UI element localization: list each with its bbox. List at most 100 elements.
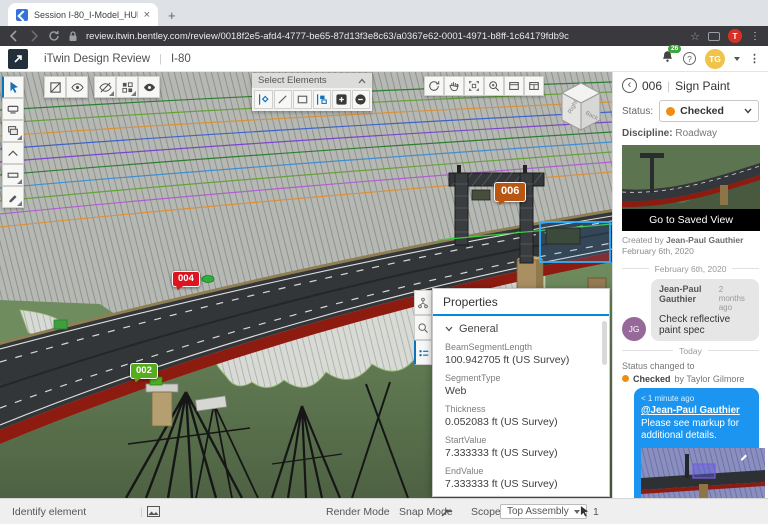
zoom-icon	[488, 80, 500, 92]
roof-tool-button[interactable]	[2, 142, 24, 164]
visibility-toolbar	[44, 76, 160, 98]
notifications-button[interactable]: 26	[661, 50, 674, 68]
select-elements-titlebar[interactable]: Select Elements	[252, 73, 372, 88]
status-dropdown[interactable]: Checked	[659, 100, 759, 122]
property-label: BeamSegmentLength	[445, 342, 597, 352]
extension-icon[interactable]	[708, 32, 720, 41]
screen: Session I-80_I-Model_HUB | iTwi × + revi…	[0, 0, 768, 524]
emphasize-elements-button[interactable]	[138, 76, 160, 98]
clip-tool-button[interactable]	[2, 164, 24, 186]
line-select-button[interactable]	[274, 90, 293, 109]
chevron-roof-icon	[6, 146, 20, 160]
back-button[interactable]: ‹	[622, 78, 637, 93]
scope-label: Scope:	[471, 499, 504, 524]
flyout-arrow-icon	[17, 135, 22, 140]
cursor-count-icon	[580, 506, 589, 517]
browser-profile-avatar[interactable]: T	[728, 29, 742, 43]
properties-section-general[interactable]: General	[445, 323, 597, 335]
flyout-arrow-icon	[17, 179, 22, 184]
back-icon[interactable]	[8, 30, 20, 42]
chevron-up-icon[interactable]	[358, 78, 366, 84]
add-selection-button[interactable]	[332, 90, 351, 109]
chevron-down-icon	[445, 326, 453, 332]
pick-select-button[interactable]	[254, 90, 273, 109]
next-view-button[interactable]	[524, 76, 544, 96]
lock-icon	[68, 31, 78, 42]
issue-sidebar: ‹ 006 | Sign Paint Status: Checked Disci…	[612, 72, 768, 498]
issue-marker-006[interactable]: 006	[494, 182, 526, 202]
scope-value: Top Assembly	[507, 506, 569, 517]
status-bar: Identify element | Render Mode Snap Mode…	[0, 498, 768, 524]
issue-marker-004[interactable]: 004	[172, 271, 200, 287]
properties-button[interactable]	[414, 340, 432, 365]
zoom-button[interactable]	[484, 76, 504, 96]
render-snapshot-icon[interactable]	[147, 499, 160, 524]
reply-time: < 1 minute ago	[641, 394, 752, 403]
properties-scrollbar[interactable]	[602, 321, 607, 365]
search-button[interactable]	[414, 315, 432, 340]
bookmark-star-icon[interactable]: ☆	[690, 30, 700, 43]
view-cube[interactable]: Right Back	[552, 78, 610, 136]
select-tool-button[interactable]	[2, 76, 24, 98]
statusbar-divider: |	[140, 499, 143, 524]
scope-dropdown[interactable]: Top Assembly	[500, 499, 587, 524]
view-tool-button[interactable]	[2, 98, 24, 120]
properties-title: Properties	[433, 289, 609, 314]
pan-view-button[interactable]	[444, 76, 464, 96]
itwin-logo-icon[interactable]	[8, 49, 28, 69]
section-tool-button[interactable]	[44, 76, 66, 98]
previous-view-button[interactable]	[504, 76, 524, 96]
layers-tool-button[interactable]	[2, 120, 24, 142]
go-to-saved-view-button[interactable]: Go to Saved View	[622, 209, 760, 231]
properties-panel: Properties General BeamSegmentLength 100…	[432, 288, 610, 497]
selection-mode-button[interactable]	[313, 90, 332, 109]
show-elements-button[interactable]	[66, 76, 88, 98]
avatar-caret-icon[interactable]	[734, 57, 740, 61]
model-viewport[interactable]: Select Elements	[0, 72, 612, 498]
main-area: Select Elements	[0, 72, 768, 498]
tab-close-icon[interactable]: ×	[144, 9, 150, 21]
app-header: iTwin Design Review | I-80 26 ? TG ⋮	[0, 46, 768, 72]
comment-author: Jean-Paul Gauthier	[659, 284, 714, 304]
flyout-arrow-icon	[109, 91, 114, 96]
reply-mention[interactable]: @Jean-Paul Gauthier	[641, 405, 740, 416]
browser-url-bar: review.itwin.bentley.com/review/0018f2e5…	[0, 26, 768, 46]
saved-view-thumbnail[interactable]: Go to Saved View	[622, 145, 760, 231]
today-divider: Today	[622, 346, 759, 356]
url-text[interactable]: review.itwin.bentley.com/review/0018f2e5…	[86, 31, 682, 42]
hand-icon	[448, 80, 460, 92]
navigation-toolbar	[424, 76, 544, 96]
edit-markup-icon[interactable]	[739, 451, 749, 461]
property-field: BeamSegmentLength 100.942705 ft (US Surv…	[445, 342, 597, 366]
render-mode-label[interactable]: Render Mode	[326, 499, 390, 524]
app-menu-icon[interactable]: ⋮	[749, 52, 760, 65]
line-select-icon	[276, 93, 289, 106]
hide-elements-button[interactable]	[94, 76, 116, 98]
fit-view-button[interactable]	[464, 76, 484, 96]
property-field: SegmentType Web	[445, 373, 597, 397]
commenter-avatar: JG	[622, 317, 646, 341]
model-tree-button[interactable]	[414, 290, 432, 315]
screen-icon	[6, 102, 20, 116]
flyout-arrow-icon	[131, 91, 136, 96]
property-value: 7.333333 ft (US Survey)	[445, 447, 597, 459]
help-button[interactable]: ?	[683, 52, 696, 65]
forward-icon[interactable]	[28, 30, 40, 42]
new-tab-button[interactable]: +	[168, 8, 176, 26]
markup-thumbnail[interactable]	[641, 448, 752, 498]
box-select-button[interactable]	[293, 90, 312, 109]
snap-mode-icon[interactable]	[441, 499, 452, 524]
isolate-elements-button[interactable]	[116, 76, 138, 98]
user-avatar[interactable]: TG	[705, 49, 725, 69]
rotate-view-button[interactable]	[424, 76, 444, 96]
eye-dark-icon	[143, 81, 156, 94]
refresh-icon[interactable]	[48, 30, 60, 42]
property-field: StartValue 7.333333 ft (US Survey)	[445, 435, 597, 459]
markup-tool-button[interactable]	[2, 186, 24, 208]
issue-marker-002[interactable]: 002	[130, 363, 158, 379]
browser-menu-icon[interactable]: ⋮	[750, 31, 760, 42]
remove-selection-button[interactable]	[352, 90, 371, 109]
crossed-square-icon	[49, 81, 62, 94]
browser-tab[interactable]: Session I-80_I-Model_HUB | iTwi ×	[8, 3, 158, 26]
rotate-icon	[428, 80, 440, 92]
